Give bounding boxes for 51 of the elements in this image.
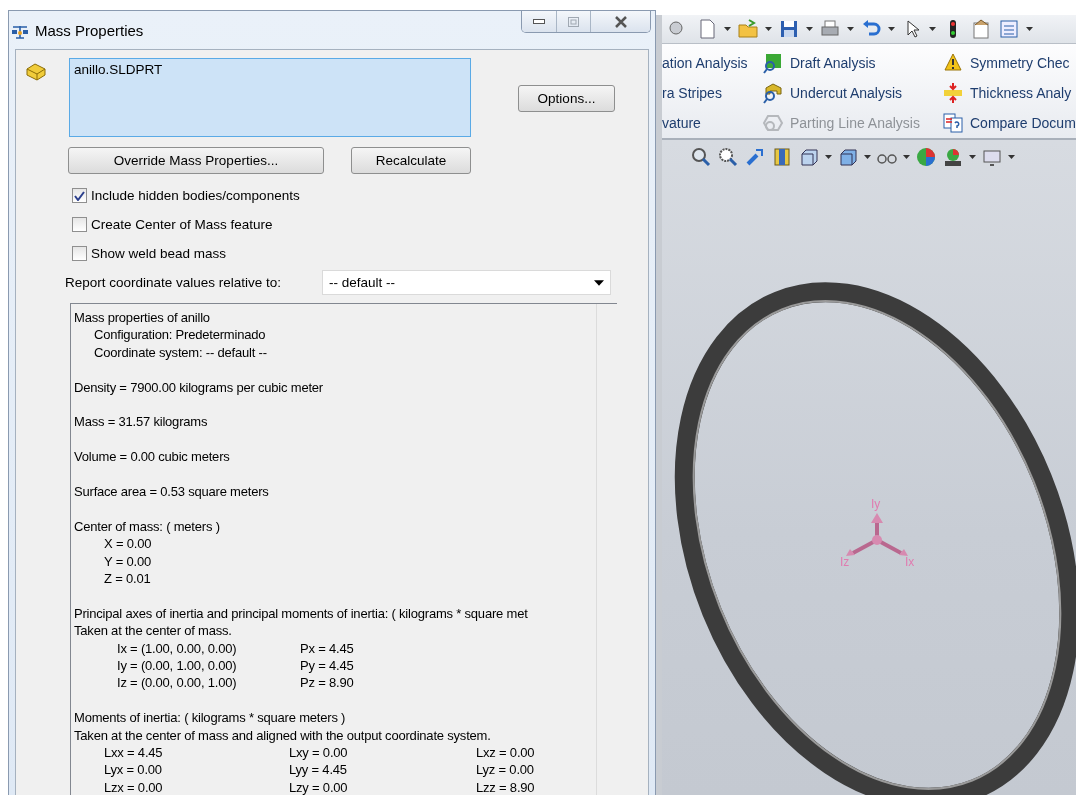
report-value: Ix = (1.00, 0.00, 0.00): [117, 639, 238, 658]
selection-list[interactable]: anillo.SLDPRT: [69, 58, 471, 137]
report-value: Z = 0.01: [104, 570, 152, 588]
report-line: Coordinate system: -- default --: [93, 343, 268, 362]
report-value: Lxy = 0.00: [289, 744, 349, 762]
report-line: Taken at the center of mass.: [74, 622, 233, 640]
report-line: Principal axes of inertia and principal moments of inertia: ( kilograms * square met: [74, 604, 529, 623]
command-item[interactable]: Symmetry Chec: [942, 48, 1076, 78]
override-button[interactable]: Override Mass Properties...: [68, 147, 324, 174]
command-item[interactable]: Thickness Analy: [942, 78, 1076, 108]
checkbox-label: Show weld bead mass: [91, 246, 227, 261]
command-item[interactable]: vature: [662, 108, 762, 138]
command-item[interactable]: Compare Docum: [942, 108, 1076, 138]
report-line: Configuration: Predeterminado: [93, 326, 267, 344]
command-item[interactable]: Undercut Analysis: [762, 78, 942, 108]
axis-label: Iz: [840, 555, 850, 569]
report-value: Iz = (0.00, 0.00, 1.00): [117, 674, 238, 692]
report-line: Surface area = 0.53 square meters: [74, 483, 270, 501]
report-value: Lxz = 0.00: [476, 744, 536, 762]
report-value: Px = 4.45: [300, 639, 355, 658]
report-value: Lzx = 0.00: [104, 778, 164, 795]
coordinate-select[interactable]: -- default --: [322, 270, 611, 295]
report-line: Taken at the center of mass and aligned with the output coordinate system.: [74, 726, 492, 745]
axis-label: Ix: [905, 555, 915, 569]
report-value: Lyy = 4.45: [289, 761, 348, 779]
report-value: Lzy = 0.00: [289, 778, 349, 795]
report-line: Center of mass: ( meters ): [74, 517, 221, 536]
checkbox-label: Create Center of Mass feature: [91, 217, 273, 232]
report-value: Iy = (0.00, 1.00, 0.00): [117, 657, 238, 675]
report-value: Lzz = 8.90: [476, 778, 536, 795]
command-item[interactable]: ation Analysis: [662, 48, 762, 78]
coordinate-label: Report coordinate values relative to:: [65, 275, 283, 290]
report-value: X = 0.00: [104, 535, 153, 553]
report-value: Py = 4.45: [300, 657, 355, 675]
report-line: Mass = 31.57 kilograms: [74, 413, 209, 431]
report-value: Lyz = 0.00: [476, 761, 535, 779]
checkbox-label: Include hidden bodies/components: [91, 188, 300, 203]
options-button[interactable]: Options...: [518, 85, 615, 112]
recalculate-button[interactable]: Recalculate: [351, 147, 471, 174]
report-line: Volume = 0.00 cubic meters: [74, 448, 231, 466]
report-value: Lxx = 4.45: [104, 744, 164, 762]
report-line: Density = 7900.00 kilograms per cubic meter: [74, 378, 324, 396]
axis-label: Iy: [871, 497, 881, 511]
report-line: Moments of inertia: ( kilograms * square meters ): [74, 709, 347, 727]
report-value: Y = 0.00: [104, 552, 152, 570]
window-title: Mass Properties: [35, 22, 144, 39]
report-value: Lyx = 0.00: [104, 761, 163, 779]
report-line: Mass properties of anillo: [74, 309, 211, 327]
command-item[interactable]: ra Stripes: [662, 78, 762, 108]
report-value: Pz = 8.90: [300, 674, 355, 692]
command-item[interactable]: Draft Analysis: [762, 48, 942, 78]
